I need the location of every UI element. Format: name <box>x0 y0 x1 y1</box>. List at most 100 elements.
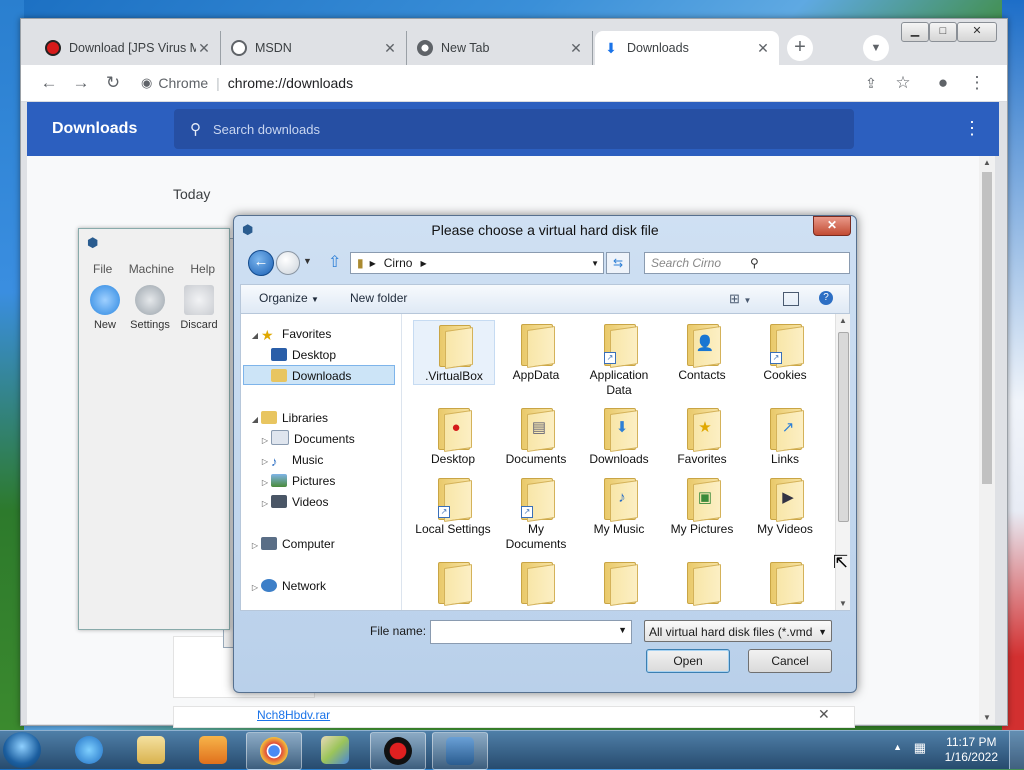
dialog-search-input[interactable]: Search Cirno ⚲ <box>644 252 850 274</box>
taskbar-chrome[interactable] <box>246 732 302 770</box>
refresh-button[interactable]: ⇆ <box>606 252 630 274</box>
scrollbar-thumb[interactable] <box>982 172 992 484</box>
expand-icon[interactable]: ◢ <box>249 410 261 430</box>
file-item[interactable]: 👤 Contacts <box>662 320 742 383</box>
nav-documents[interactable]: ▷ Documents <box>259 429 355 449</box>
file-item[interactable]: ▣ My Pictures <box>662 474 742 537</box>
file-item[interactable] <box>413 558 493 606</box>
star-icon[interactable]: ☆ <box>891 71 915 95</box>
nav-desktop[interactable]: Desktop <box>271 345 336 365</box>
tab-search-button[interactable]: ▼ <box>863 35 889 61</box>
tab-download-jps[interactable]: Download [JPS Virus M ✕ <box>37 31 221 65</box>
downloads-menu-icon[interactable]: ⋮ <box>963 117 981 139</box>
vbox-settings-button[interactable]: Settings <box>130 285 170 331</box>
tab-downloads[interactable]: ⬇ Downloads ✕ <box>595 31 779 65</box>
scroll-down-icon[interactable]: ▼ <box>836 599 850 608</box>
tray-expand-icon[interactable]: ▲ <box>893 742 902 752</box>
minimize-button[interactable]: ▁ <box>901 22 929 42</box>
back-arrow-button[interactable]: ← <box>248 250 274 276</box>
address-bar[interactable]: ▮ ▶ Cirno ▶ ▼ <box>350 252 604 274</box>
file-item[interactable]: AppData <box>496 320 576 383</box>
clock[interactable]: 11:17 PM 1/16/2022 <box>945 735 998 765</box>
close-icon[interactable]: ✕ <box>382 40 398 57</box>
nav-videos[interactable]: ▷ Videos <box>259 492 328 512</box>
close-icon[interactable]: ✕ <box>568 40 584 57</box>
nav-favorites[interactable]: ◢ ★ Favorites <box>249 324 331 344</box>
tab-new-tab[interactable]: New Tab ✕ <box>409 31 593 65</box>
cancel-button[interactable]: Cancel <box>748 649 832 673</box>
vbox-new-button[interactable]: New <box>85 285 125 331</box>
expand-icon[interactable]: ▷ <box>259 494 271 514</box>
nav-music[interactable]: ▷ ♪ Music <box>259 450 323 470</box>
preview-pane-icon[interactable] <box>783 292 799 306</box>
taskbar-paint[interactable] <box>308 732 362 768</box>
menu-help[interactable]: Help <box>190 262 215 276</box>
chevron-down-icon[interactable]: ▼ <box>618 625 627 635</box>
remove-download-icon[interactable]: ✕ <box>818 706 830 723</box>
taskbar-media[interactable] <box>186 732 240 768</box>
close-window-button[interactable]: ✕ <box>957 22 997 42</box>
nav-downloads[interactable]: Downloads <box>243 365 395 385</box>
file-item[interactable] <box>496 558 576 606</box>
new-tab-button[interactable]: + <box>787 35 813 61</box>
file-type-select[interactable]: All virtual hard disk files (*.vmd ▼ <box>644 620 832 642</box>
share-icon[interactable]: ⇪ <box>859 71 883 95</box>
back-button[interactable]: ← <box>37 71 61 95</box>
new-folder-button[interactable]: New folder <box>350 291 407 305</box>
expand-icon[interactable]: ▷ <box>259 473 271 493</box>
menu-machine[interactable]: Machine <box>129 262 174 276</box>
breadcrumb-cirno[interactable]: Cirno <box>384 256 413 270</box>
download-file-link[interactable]: Nch8Hbdv.rar <box>257 708 330 722</box>
profile-icon[interactable]: ● <box>931 71 955 95</box>
file-item[interactable]: ↗ Application Data <box>579 320 659 398</box>
vbox-discard-button[interactable]: Discard <box>179 285 219 331</box>
file-item[interactable]: ♪ My Music <box>579 474 659 537</box>
expand-icon[interactable]: ▷ <box>259 431 271 451</box>
file-item[interactable]: ⬇ Downloads <box>579 404 659 467</box>
tab-msdn[interactable]: MSDN ✕ <box>223 31 407 65</box>
file-item[interactable] <box>579 558 659 606</box>
menu-file[interactable]: File <box>93 262 112 276</box>
kebab-menu-icon[interactable]: ⋮ <box>965 71 989 95</box>
show-desktop-button[interactable] <box>1009 731 1024 769</box>
file-item[interactable]: ● Desktop <box>413 404 493 467</box>
maximize-button[interactable]: □ <box>929 22 957 42</box>
page-scrollbar[interactable]: ▲ ▼ <box>979 156 995 724</box>
nav-network[interactable]: ▷ Network <box>249 576 326 596</box>
address-dropdown-icon[interactable]: ▼ <box>591 259 599 268</box>
taskbar-explorer[interactable] <box>124 732 178 768</box>
taskbar-virtualbox[interactable] <box>432 732 488 770</box>
scroll-down-icon[interactable]: ▼ <box>979 713 995 722</box>
forward-button[interactable]: → <box>69 71 93 95</box>
nav-pictures[interactable]: ▷ Pictures <box>259 471 335 491</box>
close-icon[interactable]: ✕ <box>196 40 212 57</box>
help-icon[interactable]: ? <box>819 291 833 305</box>
file-item[interactable]: ↗ My Documents <box>496 474 576 552</box>
nav-libraries[interactable]: ◢ Libraries <box>249 408 328 428</box>
file-item[interactable] <box>662 558 742 606</box>
forward-arrow-button[interactable] <box>276 251 300 275</box>
taskbar-ie[interactable] <box>62 732 116 768</box>
file-item[interactable]: .VirtualBox <box>413 320 495 385</box>
dialog-close-button[interactable]: ✕ <box>813 216 851 236</box>
start-button[interactable] <box>3 732 41 768</box>
expand-icon[interactable]: ▷ <box>249 578 261 598</box>
recent-locations-icon[interactable]: ▼ <box>303 256 312 266</box>
scroll-up-icon[interactable]: ▲ <box>836 316 850 325</box>
omnibox[interactable]: ◉ Chrome | chrome://downloads <box>141 69 861 97</box>
file-item[interactable]: ★ Favorites <box>662 404 742 467</box>
file-item[interactable] <box>745 558 825 606</box>
close-icon[interactable]: ✕ <box>755 40 771 57</box>
network-tray-icon[interactable]: ▦ <box>914 740 926 756</box>
scrollbar-thumb[interactable] <box>838 332 849 522</box>
organize-button[interactable]: Organize ▼ <box>259 291 319 305</box>
file-item[interactable]: ↗ Cookies <box>745 320 825 383</box>
expand-icon[interactable]: ▷ <box>259 452 271 472</box>
file-item[interactable]: ↗ Links <box>745 404 825 467</box>
taskbar-jps[interactable] <box>370 732 426 770</box>
file-item[interactable]: ↗ Local Settings <box>413 474 493 537</box>
view-options-icon[interactable]: ⊞ ▼ <box>729 291 751 307</box>
downloads-search-input[interactable]: ⚲ Search downloads <box>174 109 854 149</box>
reload-button[interactable]: ↻ <box>101 71 125 95</box>
file-item[interactable]: ▶ My Videos <box>745 474 825 537</box>
